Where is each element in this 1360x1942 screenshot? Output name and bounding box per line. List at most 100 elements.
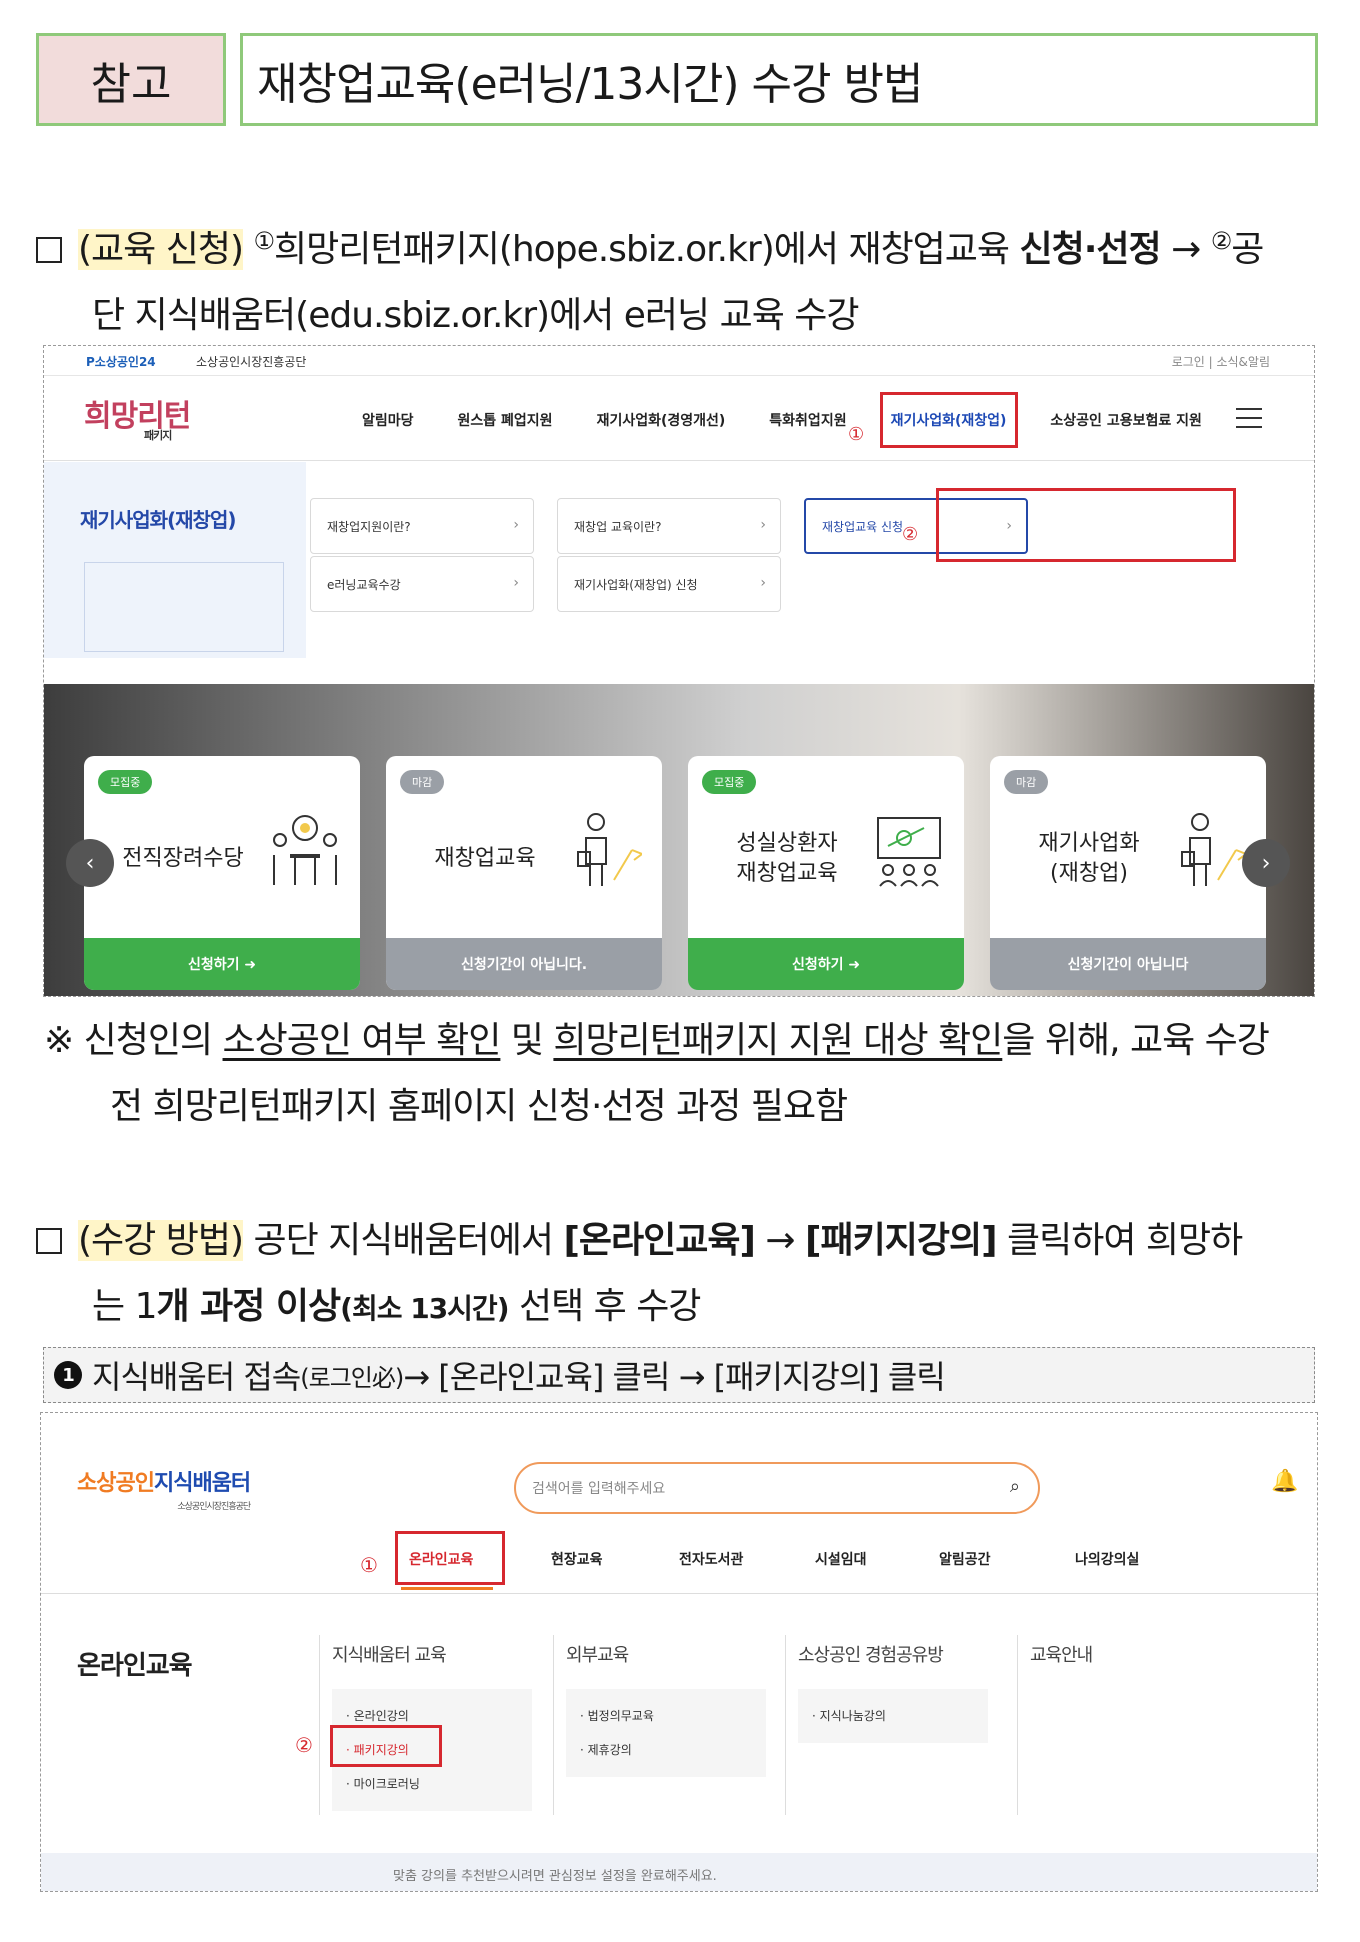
step-text1: 지식배움터 접속 (92, 1358, 301, 1396)
section-method: (수강 방법) 공단 지식배움터에서 [온라인교육] → [패키지강의] 클릭하… (36, 1208, 1336, 1342)
marker-two: ② (295, 1733, 313, 1757)
highlight-box-edu-apply (936, 488, 1236, 562)
hope-sbiz-screenshot: P소상공인24 소상공인시장진흥공단 로그인 | 소식&알림 희망리턴 패키지 … (43, 345, 1315, 997)
section-apply: (교육 신청) ①희망리턴패키지(hope.sbiz.or.kr)에서 재창업교… (36, 208, 1336, 349)
card-closed-footer: 신청기간이 아닙니다 (990, 938, 1266, 990)
login-links[interactable]: 로그인 | 소식&알림 (1172, 353, 1270, 370)
menu-item-mandatory[interactable]: · 법정의무교육 (580, 1699, 752, 1733)
note-mark: ※ 신청인의 (44, 1020, 223, 1061)
building-illustration-icon (84, 562, 284, 652)
mega-menu-title: 온라인교육 (77, 1651, 193, 1681)
knowledge-center-logo[interactable]: 소상공인지식배움터 소상공인시장진흥공단 (77, 1465, 251, 1512)
search-input[interactable]: 검색어를 입력해주세요 ⌕ (514, 1462, 1040, 1514)
program-card[interactable]: 모집중 전직장려수당 신청하기 ➜ (84, 756, 360, 990)
sbiz24-logo[interactable]: P소상공인24 (86, 353, 156, 370)
btn-label: e러닝교육수강 (327, 577, 401, 592)
nav-notice[interactable]: 알림공간 (939, 1549, 991, 1569)
submenu-title: 재기사업화(재창업) (80, 508, 236, 532)
card-title-2: 재창업교육 (736, 861, 838, 886)
nav-field-edu[interactable]: 현장교육 (551, 1549, 603, 1569)
method-bold2: [패키지강의] (805, 1220, 998, 1261)
menu-list: · 법정의무교육 · 제휴강의 (566, 1689, 766, 1777)
card-title: 재창업교육 (410, 814, 560, 904)
status-badge: 모집중 (702, 770, 757, 794)
nav-online-edu[interactable]: 온라인교육 (409, 1549, 473, 1569)
nav-item-management[interactable]: 재기사업화(경영개선) (597, 410, 726, 430)
nav-item-notice[interactable]: 알림마당 (362, 410, 414, 430)
btn-restart-education[interactable]: 재창업 교육이란? › (557, 498, 781, 554)
step-text2: (로그인必) (300, 1363, 404, 1392)
logo-text: 희망리턴 (84, 399, 191, 434)
active-tab-underline (401, 1587, 493, 1590)
method-text2: 클릭하여 희망하 (996, 1220, 1243, 1261)
program-banner: 모집중 전직장려수당 신청하기 ➜ 마감 재창업교육 신청기간이 아닙니다. 모… (44, 684, 1314, 996)
circled-two: ② (1210, 227, 1232, 255)
menu-col-external: 외부교육 · 법정의무교육 · 제휴강의 (553, 1635, 766, 1815)
hamburger-menu-icon[interactable] (1236, 408, 1262, 435)
note-underline2: 희망리턴패키지 지원 대상 확인 (553, 1020, 1003, 1061)
semas-logo[interactable]: 소상공인시장진흥공단 (196, 353, 306, 370)
card-apply-button[interactable]: 신청하기 ➜ (688, 938, 964, 990)
carousel-next-icon[interactable]: › (1242, 839, 1290, 887)
note-line2: 전 희망리턴패키지 홈페이지 신청·선정 과정 필요함 (110, 1086, 848, 1127)
program-card[interactable]: 마감 재창업교육 신청기간이 아닙니다. (386, 756, 662, 990)
note-end: 을 위해, 교육 수강 (1002, 1020, 1270, 1061)
highlight-box-package (330, 1725, 442, 1767)
btn-label: 재창업지원이란? (327, 519, 411, 534)
method-text1: 공단 지식배움터에서 (243, 1220, 564, 1261)
step-text3: → [온라인교육] 클릭 → [패키지강의] 클릭 (403, 1358, 946, 1396)
btn-restart-support[interactable]: 재창업지원이란? › (310, 498, 534, 554)
logo-sub-text: 패키지 (144, 429, 172, 442)
status-badge: 마감 (1004, 770, 1049, 794)
method-tag: (수강 방법) (78, 1220, 244, 1261)
nav-item-onestop[interactable]: 원스톱 폐업지원 (458, 410, 553, 430)
presentation-board-icon (877, 817, 941, 887)
menu-col-head: 외부교육 (566, 1645, 629, 1666)
menu-col-experience: 소상공인 경험공유방 · 지식나눔강의 (785, 1635, 988, 1815)
apply-text2: 공 (1231, 229, 1264, 270)
checkbox-square-icon (36, 1228, 62, 1254)
top-utility-bar: P소상공인24 소상공인시장진흥공단 로그인 | 소식&알림 (44, 346, 1314, 376)
submenu-title-panel: 재기사업화(재창업) (44, 462, 306, 658)
btn-label: 재기사업화(재창업) 신청 (574, 577, 698, 592)
page-title: 재창업교육(e러닝/13시간) 수강 방법 (257, 58, 923, 110)
card-title: 성실상환자 재창업교육 (712, 814, 862, 904)
menu-col-head[interactable]: 교육안내 (1030, 1641, 1093, 1667)
program-card[interactable]: 마감 재기사업화 (재창업) 신청기간이 아닙니다 (990, 756, 1266, 990)
menu-item-knowledge-share[interactable]: · 지식나눔강의 (812, 1699, 974, 1733)
step-instruction-bar: 1 지식배움터 접속 (로그인必) → [온라인교육] 클릭 → [패키지강의] … (43, 1347, 1315, 1403)
carousel-prev-icon[interactable]: ‹ (66, 839, 114, 887)
logo-sub: 소상공인시장진흥공단 (177, 1502, 251, 1512)
menu-list: · 지식나눔강의 (798, 1689, 988, 1743)
arrow-text: → (754, 1220, 806, 1261)
reference-label: 참고 (90, 58, 172, 110)
menu-col-guide: 교육안내 (1017, 1635, 1093, 1815)
nav-e-library[interactable]: 전자도서관 (679, 1549, 743, 1569)
nav-facility[interactable]: 시설임대 (815, 1549, 867, 1569)
menu-item-partner[interactable]: · 제휴강의 (580, 1733, 752, 1767)
menu-col-head: 지식배움터 교육 (332, 1645, 447, 1666)
method-l2a: 는 1 (92, 1286, 157, 1327)
bell-icon[interactable]: 🔔 (1271, 1469, 1298, 1494)
status-badge: 마감 (400, 770, 445, 794)
highlight-box-restart-nav (880, 392, 1018, 448)
card-title: 재기사업화 (재창업) (1014, 814, 1164, 904)
hope-return-logo[interactable]: 희망리턴 패키지 (84, 391, 191, 442)
btn-elearning[interactable]: e러닝교육수강 › (310, 556, 534, 612)
nav-item-employment[interactable]: 특화취업지원 (769, 410, 846, 430)
arrow-text: → (1160, 229, 1211, 270)
menu-item-microlearning[interactable]: · 마이크로러닝 (346, 1767, 518, 1801)
chevron-right-icon: › (513, 517, 519, 533)
logo-orange: 소상공인 (77, 1471, 155, 1496)
marker-two: ② (902, 524, 919, 545)
card-closed-footer: 신청기간이 아닙니다. (386, 938, 662, 990)
reference-label-box: 참고 (36, 33, 226, 126)
card-apply-button[interactable]: 신청하기 ➜ (84, 938, 360, 990)
search-icon[interactable]: ⌕ (1010, 1476, 1020, 1497)
program-card[interactable]: 모집중 성실상환자 재창업교육 신청하기 ➜ (688, 756, 964, 990)
card-title-2: (재창업) (1050, 861, 1128, 886)
nav-item-insurance[interactable]: 소상공인 고용보험료 지원 (1050, 410, 1201, 430)
nav-my-class[interactable]: 나의강의실 (1075, 1549, 1139, 1569)
recommend-banner: 맞춤 강의를 추천받으시려면 관심정보 설정을 완료해주세요. (41, 1853, 1317, 1891)
btn-restart-apply[interactable]: 재기사업화(재창업) 신청 › (557, 556, 781, 612)
